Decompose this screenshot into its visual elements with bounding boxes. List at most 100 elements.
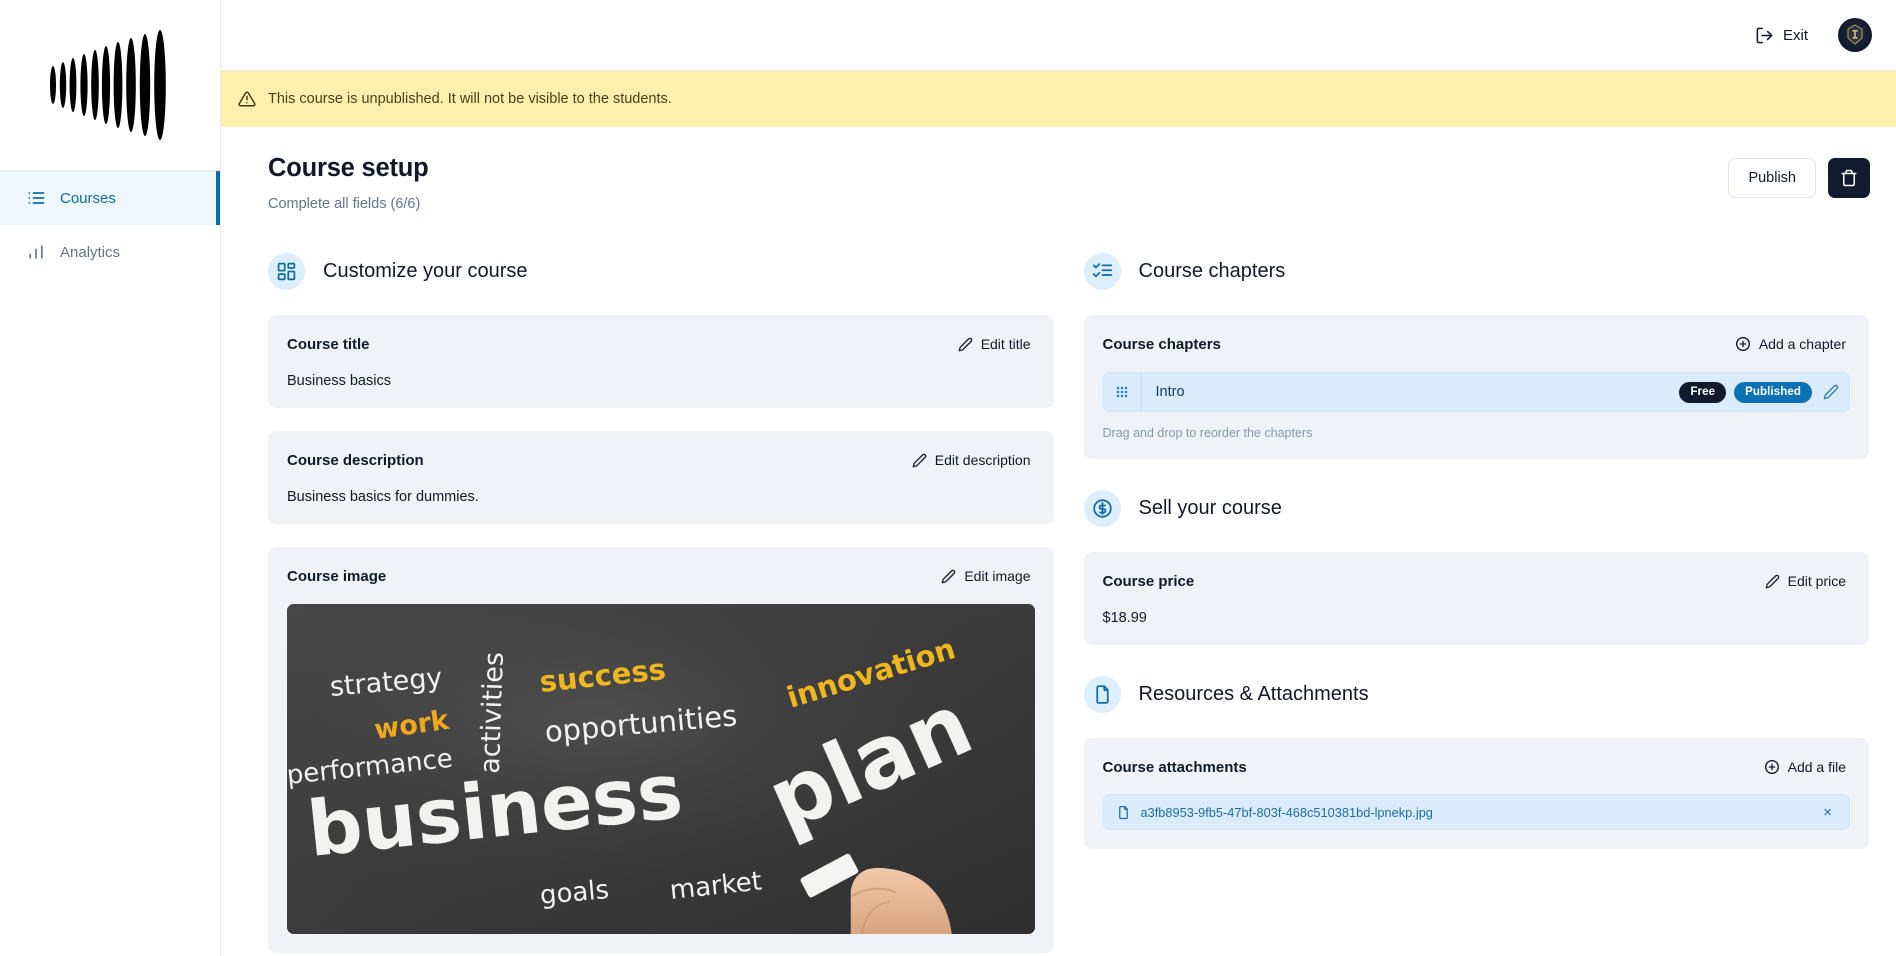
page-header-text: Course setup Complete all fields (6/6) [268, 154, 429, 212]
pencil-icon [958, 337, 972, 351]
svg-text:goals: goals [539, 875, 610, 911]
edit-image-label: Edit image [964, 568, 1031, 584]
course-description-label: Course description [287, 451, 424, 469]
edit-description-button[interactable]: Edit description [908, 449, 1035, 471]
status-badge-free: Free [1679, 381, 1727, 403]
logout-icon [1756, 27, 1773, 43]
pencil-icon [1823, 384, 1839, 400]
course-attachments-card: Course attachments Add a file a3fb8953-9… [1083, 738, 1869, 849]
sound-wave-logo [50, 30, 166, 140]
add-file-label: Add a file [1787, 759, 1846, 775]
pencil-icon [1765, 574, 1779, 588]
course-description-card-top: Course description Edit description [287, 449, 1035, 471]
page-title: Course setup [268, 154, 429, 182]
customize-section-title: Customize your course [323, 260, 528, 282]
alert-triangle-icon [238, 91, 256, 107]
sidebar: Courses Analytics [0, 0, 221, 956]
edit-title-label: Edit title [980, 336, 1031, 352]
edit-title-button[interactable]: Edit title [954, 333, 1035, 355]
resources-section-title: Resources & Attachments [1138, 683, 1369, 705]
plus-circle-icon [1764, 760, 1779, 774]
add-file-button[interactable]: Add a file [1760, 756, 1850, 778]
dollar-circle-icon-wrap [1083, 490, 1121, 527]
file-icon-wrap [1083, 676, 1121, 713]
exit-button[interactable]: Exit [1741, 18, 1822, 53]
header-actions: Publish [1728, 154, 1870, 198]
list-icon [28, 192, 45, 204]
course-chapters-card-top: Course chapters Add a chapter [1103, 333, 1851, 355]
list-item[interactable]: a3fb8953-9fb5-47bf-803f-468c510381bd-lpn… [1102, 794, 1850, 830]
grip-dots-icon [1116, 386, 1128, 398]
logo-container [0, 0, 220, 171]
sidebar-item-analytics[interactable]: Analytics [0, 225, 220, 279]
course-chapters-label: Course chapters [1102, 335, 1221, 353]
edit-description-label: Edit description [934, 452, 1031, 468]
sidebar-item-courses[interactable]: Courses [0, 171, 220, 225]
course-image-card: Course image Edit image strategy work pe… [268, 547, 1054, 953]
attachment-name: a3fb8953-9fb5-47bf-803f-468c510381bd-lpn… [1140, 804, 1433, 820]
avatar-emblem-icon [1847, 24, 1863, 45]
edit-price-button[interactable]: Edit price [1761, 570, 1850, 592]
plus-circle-icon [1735, 337, 1750, 351]
exit-button-label: Exit [1782, 26, 1808, 44]
user-avatar[interactable] [1838, 18, 1872, 52]
course-title-value: Business basics [287, 373, 391, 389]
left-column: Customize your course Course title Edit … [268, 253, 1054, 956]
course-price-value: $18.99 [1102, 610, 1147, 626]
chapters-section-header: Course chapters [1083, 253, 1870, 290]
customize-section-header: Customize your course [268, 253, 1054, 290]
right-column: Course chapters Course chapters Add a ch… [1083, 253, 1870, 956]
course-image-preview: strategy work performance activities suc… [287, 604, 1035, 934]
remove-attachment-button[interactable]: × [1819, 803, 1836, 822]
course-title-label: Course title [287, 335, 370, 353]
course-attachments-card-top: Course attachments Add a file [1103, 756, 1851, 778]
course-price-card: Course price Edit price $18.99 [1083, 552, 1869, 645]
add-chapter-label: Add a chapter [1758, 336, 1846, 352]
file-icon [1118, 805, 1128, 819]
trash-icon [1841, 169, 1857, 187]
pencil-icon [941, 569, 956, 583]
pencil-icon [912, 453, 926, 467]
two-column-layout: Customize your course Course title Edit … [245, 212, 1872, 956]
course-title-card: Course title Edit title Business basics [268, 315, 1054, 408]
resources-section-header: Resources & Attachments [1083, 676, 1870, 713]
course-price-label: Course price [1102, 572, 1195, 590]
bar-chart-icon [29, 245, 43, 259]
unpublished-banner: This course is unpublished. It will not … [221, 71, 1896, 127]
page-header: Course setup Complete all fields (6/6) P… [245, 127, 1872, 212]
layout-dashboard-icon [277, 262, 296, 281]
course-image-label: Course image [287, 567, 387, 585]
dollar-circle-icon [1092, 499, 1112, 518]
course-description-card: Course description Edit description Busi… [268, 431, 1054, 524]
chapters-section-title: Course chapters [1138, 260, 1286, 282]
main-content: Course setup Complete all fields (6/6) P… [221, 127, 1896, 956]
chapter-name: Intro [1155, 384, 1185, 400]
checklist-icon [1092, 263, 1112, 278]
edit-image-button[interactable]: Edit image [937, 565, 1034, 587]
course-image-card-top: Course image Edit image [287, 565, 1035, 587]
checklist-icon-wrap [1083, 253, 1121, 290]
sidebar-item-analytics-label: Analytics [60, 243, 121, 261]
course-attachments-label: Course attachments [1102, 758, 1247, 776]
edit-price-label: Edit price [1787, 573, 1846, 589]
course-description-value: Business basics for dummies. [287, 489, 479, 505]
status-badge-published: Published [1734, 381, 1812, 403]
topbar: Exit [221, 0, 1896, 71]
sell-section-header: Sell your course [1083, 490, 1870, 527]
grip-icon[interactable] [1104, 373, 1142, 411]
file-icon [1095, 685, 1109, 704]
banner-text: This course is unpublished. It will not … [268, 91, 672, 107]
sell-section-title: Sell your course [1138, 497, 1282, 519]
edit-chapter-button[interactable] [1823, 384, 1839, 400]
add-chapter-button[interactable]: Add a chapter [1731, 333, 1850, 355]
delete-course-button[interactable] [1828, 158, 1870, 198]
chapters-reorder-hint: Drag and drop to reorder the chapters [1102, 426, 1313, 440]
course-price-card-top: Course price Edit price [1103, 570, 1851, 592]
publish-button[interactable]: Publish [1728, 158, 1816, 198]
page-subtitle: Complete all fields (6/6) [268, 196, 421, 212]
table-row[interactable]: Intro Free Published [1102, 372, 1850, 412]
course-title-card-top: Course title Edit title [287, 333, 1035, 355]
business-plan-chalkboard-image: strategy work performance activities suc… [287, 604, 1035, 934]
svg-text:activities: activities [475, 652, 510, 775]
sidebar-item-courses-label: Courses [60, 189, 116, 207]
